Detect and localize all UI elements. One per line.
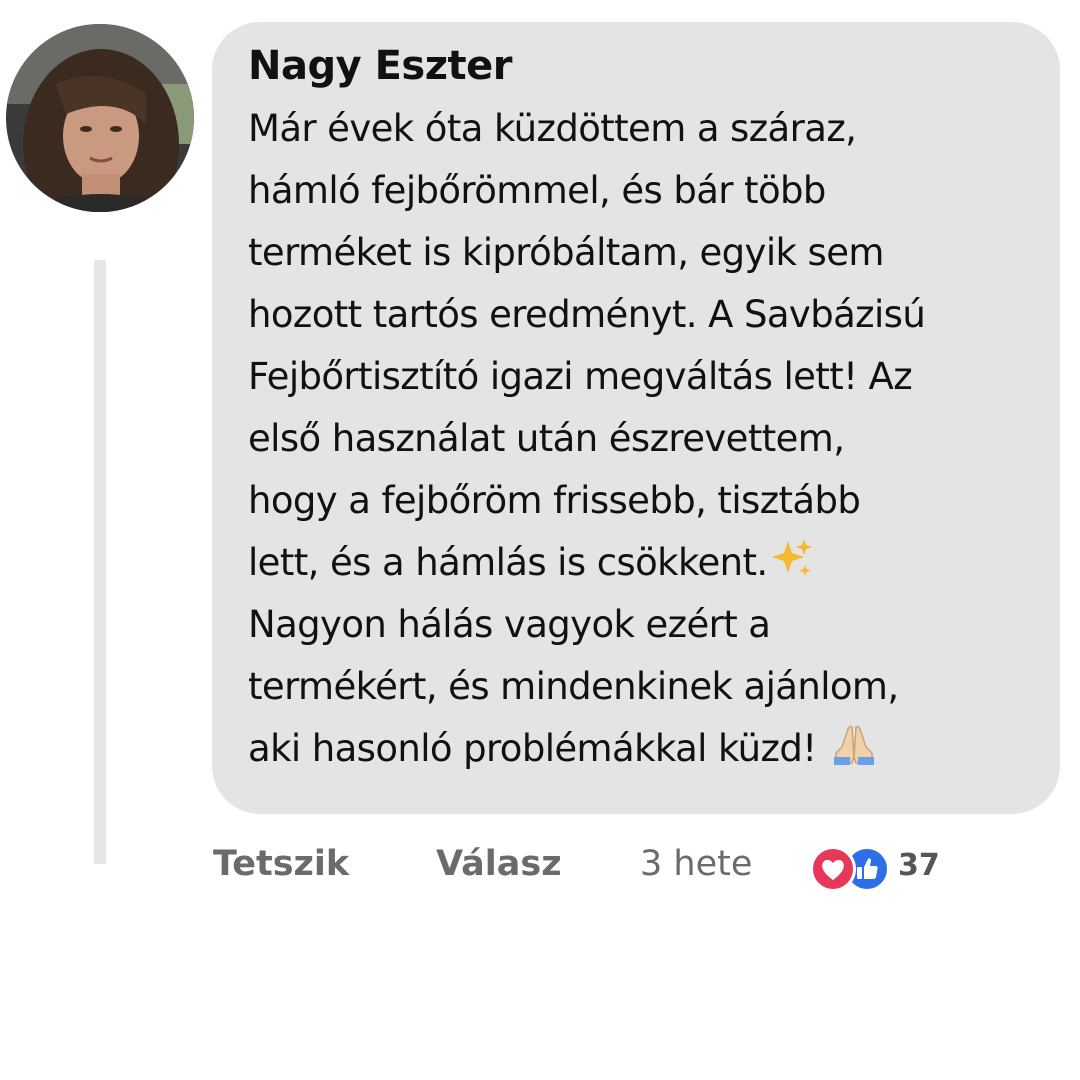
comment-text: lett, és a hámlás is csökkent. [248, 541, 768, 584]
comment-text-line: Már évek óta küzdöttem a száraz, [248, 107, 857, 150]
comment-text-line: terméket is kipróbáltam, egyik sem [248, 231, 884, 274]
comment-text-line: Nagyon hálás vagyok ezért a [248, 603, 771, 646]
avatar-photo [6, 24, 194, 212]
comment-text-line: hogy a fejbőröm frissebb, tisztább [248, 479, 861, 522]
comment-text: aki hasonló problémákkal küzd! [248, 727, 817, 770]
comment-text-line-with-emoji: lett, és a hámlás is csökkent. [248, 532, 1036, 594]
comment-text-line-with-emoji: aki hasonló problémákkal küzd! [248, 718, 1036, 780]
comment-timestamp[interactable]: 3 hete [640, 836, 752, 892]
like-button[interactable]: Tetszik [213, 836, 349, 892]
comment-text-line: hozott tartós eredményt. A Savbázisú [248, 293, 926, 336]
folded-hands-icon [830, 719, 878, 767]
reaction-count: 37 [898, 848, 940, 883]
comment-actions: Tetszik Válasz 3 hete 37 [0, 836, 1080, 896]
comment-text-line: termékért, és mindenkinek ajánlom, [248, 665, 899, 708]
reactions-summary[interactable]: 37 [810, 842, 950, 892]
reply-button[interactable]: Válasz [436, 836, 562, 892]
comment-text-line: Fejbőrtisztító igazi megváltás lett! Az [248, 355, 913, 398]
comment-author[interactable]: Nagy Eszter [248, 38, 1036, 94]
comment-text-line: első használat után észrevettem, [248, 417, 845, 460]
sparkles-icon [770, 537, 814, 581]
heart-icon [810, 846, 856, 892]
avatar[interactable] [6, 24, 194, 212]
thread-line [94, 260, 106, 864]
comment-bubble: Nagy Eszter Már évek óta küzdöttem a szá… [212, 22, 1060, 814]
comment-text-line: hámló fejbőrömmel, és bár több [248, 169, 826, 212]
